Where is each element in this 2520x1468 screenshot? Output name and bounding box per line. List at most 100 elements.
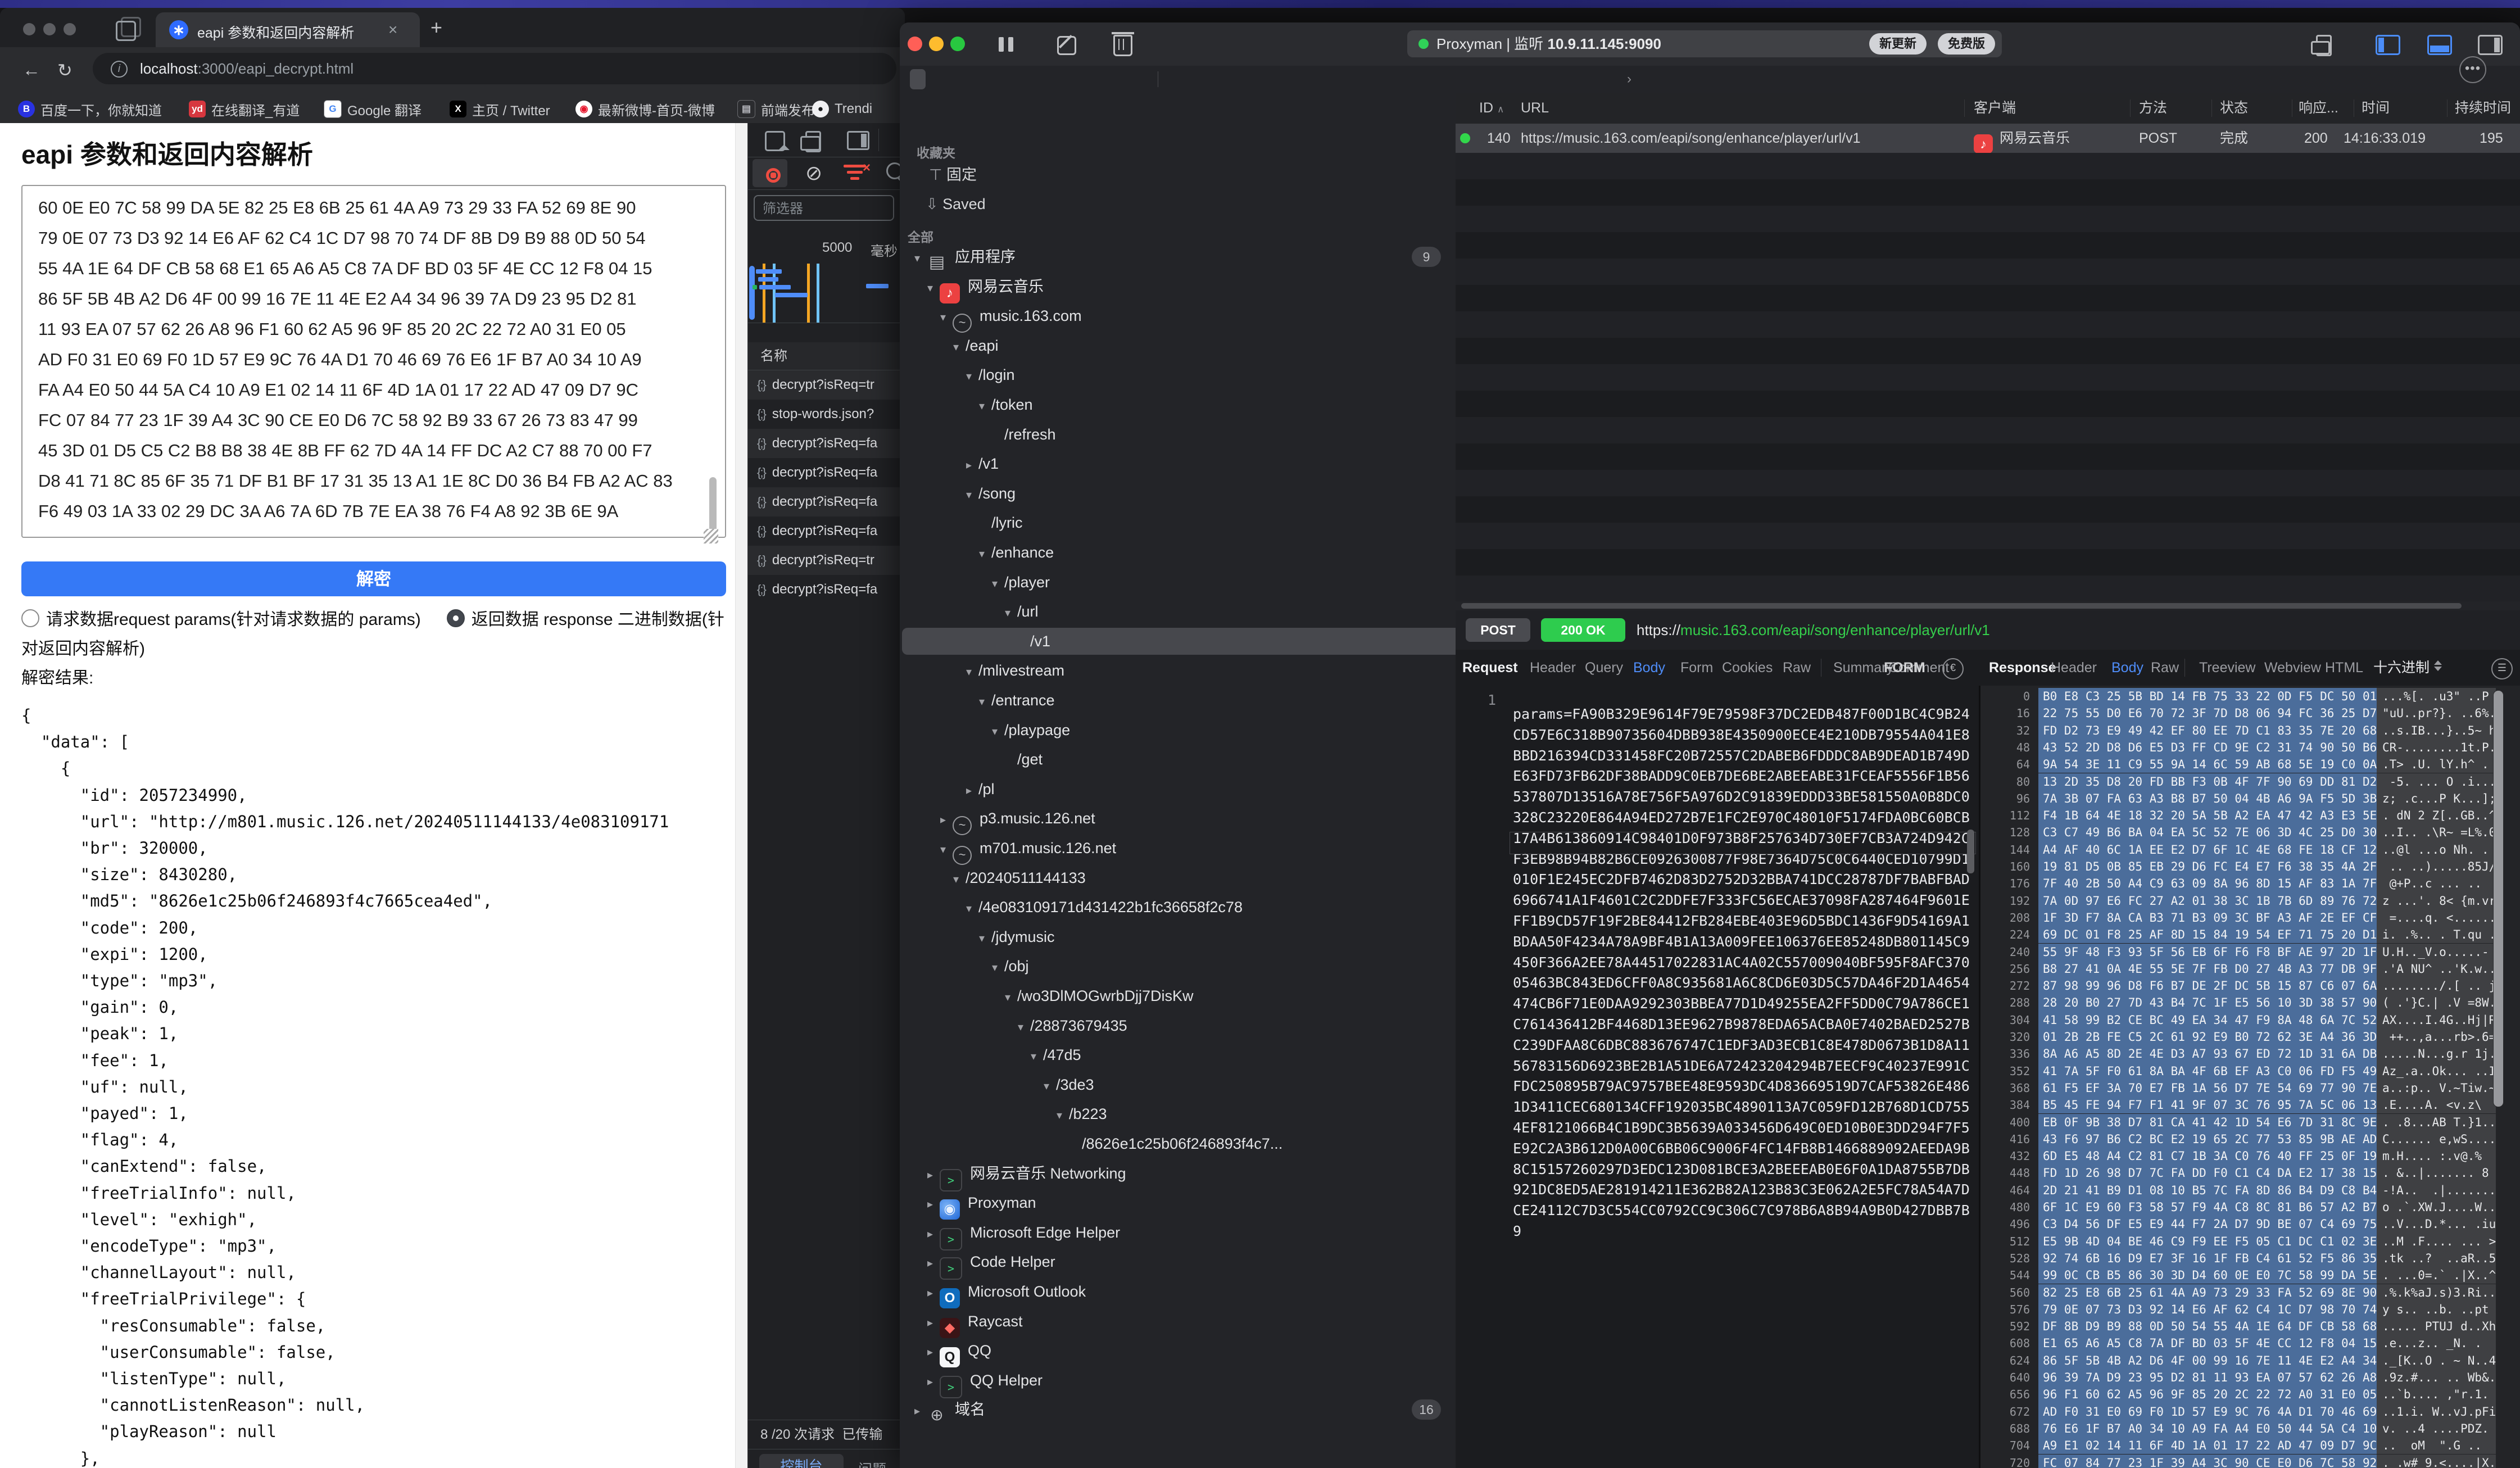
- free-version-badge[interactable]: 免费版: [1938, 33, 1995, 55]
- tree-row[interactable]: ▾▤应用程序 9: [902, 243, 1456, 270]
- tree-row[interactable]: ▸OMicrosoft Outlook: [902, 1278, 1456, 1305]
- tree-row[interactable]: ▸~p3.music.126.net: [902, 805, 1456, 832]
- network-request-row[interactable]: {;}decrypt?isReq=fa: [748, 429, 900, 458]
- tree-row[interactable]: ▾/47d5: [902, 1041, 1456, 1068]
- tree-row[interactable]: ▾~music.163.com: [902, 302, 1456, 329]
- tree-row[interactable]: ▾/login: [902, 361, 1456, 388]
- devices-icon[interactable]: [2316, 35, 2332, 56]
- format-menu-icon[interactable]: ☰: [2491, 658, 2513, 679]
- chevron-icon[interactable]: ▾: [933, 836, 953, 863]
- tab-close-icon[interactable]: ×: [388, 21, 397, 39]
- decrypt-button[interactable]: 解密: [21, 561, 726, 596]
- bookmark-item[interactable]: G Google 翻译: [324, 99, 421, 119]
- filter-icon[interactable]: ×: [844, 164, 866, 183]
- network-request-row[interactable]: {;}decrypt?isReq=fa: [748, 458, 900, 487]
- chevron-icon[interactable]: ▾: [933, 304, 953, 331]
- chevron-icon[interactable]: ▾: [972, 925, 991, 952]
- browser-tab[interactable]: ∗ eapi 参数和返回内容解析 ×: [156, 12, 420, 47]
- tree-row[interactable]: ▸>Microsoft Edge Helper: [902, 1219, 1456, 1246]
- tab-overview-icon[interactable]: [116, 21, 136, 41]
- protocol-filter-tab[interactable]: [1079, 69, 1095, 89]
- protocol-filter-tab[interactable]: [1523, 69, 1539, 89]
- chevron-icon[interactable]: ▸: [921, 1280, 940, 1307]
- chevron-icon[interactable]: ▸: [921, 1310, 940, 1336]
- hex-scrollbar-thumb[interactable]: [2493, 690, 2504, 1107]
- chevron-icon[interactable]: ▸: [908, 1398, 927, 1425]
- tree-row[interactable]: ▸⊕域名 16: [902, 1396, 1456, 1423]
- trash-icon[interactable]: [1113, 35, 1132, 56]
- bookmark-item[interactable]: ▤ 前端发布: [737, 99, 815, 119]
- chevron-icon[interactable]: ▾: [972, 688, 991, 715]
- network-filter-input[interactable]: 筛选器: [754, 195, 894, 221]
- device-toolbar-icon[interactable]: [805, 131, 821, 152]
- tree-row[interactable]: /lyric: [902, 509, 1456, 536]
- col-client[interactable]: 客户端: [1974, 93, 2016, 124]
- chevron-icon[interactable]: ▾: [985, 954, 1004, 981]
- tab-resp-treeview[interactable]: Treeview: [2199, 650, 2256, 686]
- protocol-filter-tab[interactable]: [1278, 69, 1294, 89]
- col-id[interactable]: ID ∧: [1479, 93, 1504, 124]
- chevron-icon[interactable]: ▸: [959, 452, 978, 479]
- waterfall-range-handle[interactable]: [749, 266, 755, 320]
- chevron-icon[interactable]: ▾: [959, 363, 978, 390]
- chevron-icon[interactable]: ▾: [946, 866, 966, 893]
- chevron-icon[interactable]: ▸: [921, 1369, 940, 1395]
- request-body-pane[interactable]: 1 params=FA90B329E9614F79E79598F37DC2EDB…: [1456, 686, 1979, 1468]
- back-icon[interactable]: ←: [22, 60, 40, 80]
- col-time[interactable]: 时间: [2362, 93, 2390, 124]
- radio-response-binary[interactable]: [447, 609, 465, 627]
- tree-row[interactable]: ▾/obj: [902, 953, 1456, 980]
- tree-row[interactable]: ▾/enhance: [902, 539, 1456, 566]
- chevron-icon[interactable]: ▸: [933, 807, 953, 833]
- hex-view-dropdown[interactable]: 十六进制: [2373, 650, 2442, 686]
- tab-resp-body[interactable]: Body: [2111, 650, 2143, 686]
- tree-row[interactable]: ▸/pl: [902, 776, 1456, 803]
- page-scrollbar-track[interactable]: [735, 123, 748, 1468]
- search-icon[interactable]: [886, 162, 900, 179]
- chevron-icon[interactable]: ▸: [959, 777, 978, 804]
- hex-input-textarea[interactable]: [21, 185, 726, 538]
- traffic-close-icon[interactable]: [23, 23, 35, 35]
- radio-request-params[interactable]: [21, 609, 39, 627]
- record-button[interactable]: [753, 159, 787, 187]
- tree-row[interactable]: /refresh: [902, 421, 1456, 448]
- inspect-element-icon[interactable]: [765, 131, 785, 151]
- protocol-filter-tab[interactable]: [1571, 69, 1587, 89]
- tree-row[interactable]: /8626e1c25b06f246893f4c7...: [902, 1130, 1456, 1157]
- tree-row[interactable]: ▾/20240511144133: [902, 864, 1456, 891]
- chevron-icon[interactable]: ▾: [959, 482, 978, 509]
- protocol-filter-tab[interactable]: [1227, 69, 1243, 89]
- chevron-icon[interactable]: ▾: [959, 895, 978, 922]
- tree-row[interactable]: ▾/jdymusic: [902, 923, 1456, 950]
- radio-request-label[interactable]: 请求数据request params(针对请求数据的 params): [46, 610, 421, 629]
- chevron-icon[interactable]: ▾: [946, 334, 966, 361]
- protocol-filter-tab[interactable]: [959, 69, 975, 89]
- traffic-minimize-icon[interactable]: [43, 23, 56, 35]
- tree-row[interactable]: ▾/player: [902, 569, 1456, 596]
- network-request-row[interactable]: {;}decrypt?isReq=fa: [748, 487, 900, 516]
- chevron-icon[interactable]: ▾: [959, 659, 978, 686]
- bookmark-item[interactable]: yd 在线翻译_有道: [189, 99, 300, 119]
- network-request-row[interactable]: {;}decrypt?isReq=fa: [748, 575, 900, 604]
- chevron-icon[interactable]: ▾: [998, 984, 1017, 1011]
- update-badge[interactable]: 新更新: [1869, 33, 1927, 55]
- tree-row[interactable]: /v1: [902, 628, 1456, 655]
- col-duration[interactable]: 持续时间: [2455, 93, 2511, 124]
- network-request-row[interactable]: {;}stop-words.json?: [748, 400, 900, 429]
- zoom-icon[interactable]: [950, 37, 965, 51]
- compose-icon[interactable]: [1057, 36, 1076, 55]
- toggle-bottom-panel-icon[interactable]: [2427, 35, 2452, 55]
- traffic-zoom-icon[interactable]: [64, 23, 76, 35]
- tab-resp-raw[interactable]: Raw: [2151, 650, 2179, 686]
- textarea-resize-grip[interactable]: [704, 529, 718, 543]
- tab-req-cookies[interactable]: Cookies: [1722, 650, 1773, 686]
- pause-icon[interactable]: [999, 37, 1004, 52]
- tree-row[interactable]: ▾/playpage: [902, 717, 1456, 744]
- chevron-icon[interactable]: ▾: [1050, 1102, 1069, 1129]
- tree-row[interactable]: ▾/4e083109171d431422b1fc36658f2c78: [902, 894, 1456, 921]
- network-request-row[interactable]: {;}decrypt?isReq=fa: [748, 516, 900, 546]
- sidebar-item-pinned[interactable]: ⊤ 固定: [929, 161, 977, 188]
- bookmark-item[interactable]: ◉ 最新微博-首页-微博: [575, 99, 715, 119]
- network-request-row[interactable]: {;}decrypt?isReq=tr: [748, 546, 900, 575]
- tree-row[interactable]: ▸◉Proxyman: [902, 1189, 1456, 1216]
